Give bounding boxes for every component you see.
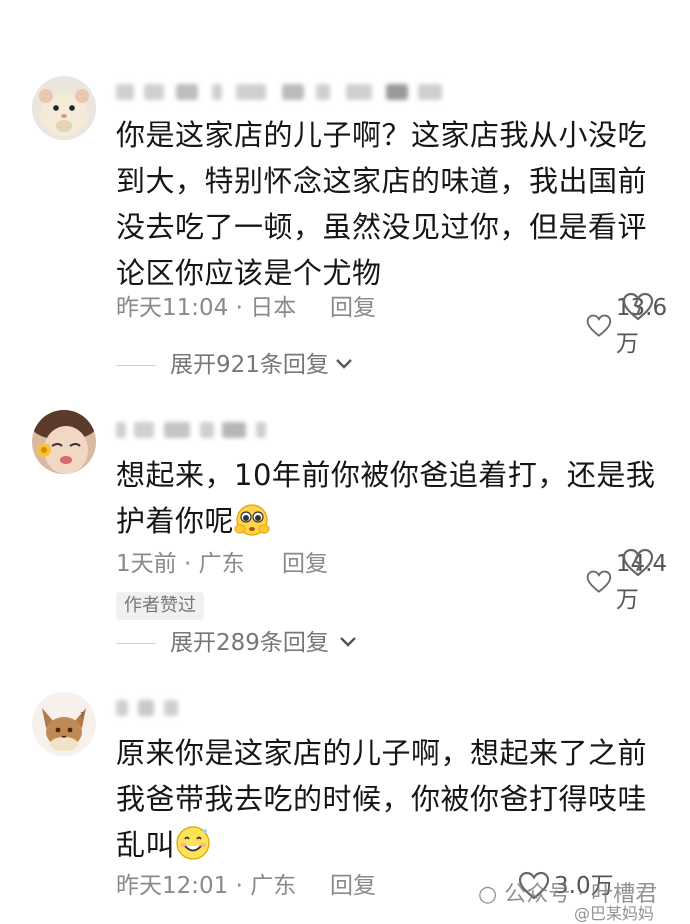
smiling-face-emoji-icon [175,825,211,874]
divider-line [116,643,156,644]
comment-time-location: 1天前 · 广东 [116,551,245,577]
expand-replies-label: 展开289条回复 [170,630,329,656]
girl-avatar-icon[interactable] [32,410,96,474]
reply-button[interactable]: 回复 [282,546,328,582]
comment-text: 原来你是这家店的儿子啊，想起来了之前我爸带我去吃的时候，你被你爸打得吱哇乱叫 [116,730,664,874]
comment-meta: 1天前 · 广东 回复 14.4万 [116,546,676,613]
comment-time-location: 昨天12:01 · 广东 [116,873,297,899]
broken-heart-icon [622,292,654,321]
comment-text-content: 想起来，10年前你被你爸追着打，还是我护着你呢 [116,458,656,538]
watermark-right: @巴某妈妈 [574,900,654,924]
chevron-down-icon [334,348,354,392]
hamster-avatar-icon[interactable] [32,76,96,140]
reply-button[interactable]: 回复 [330,290,376,326]
comment-text: 你是这家店的儿子啊？这家店我从小没吃到大，特别怀念这家店的味道，我出国前没去吃了… [116,118,648,290]
reply-button[interactable]: 回复 [330,868,376,904]
author-liked-badge: 作者赞过 [116,592,204,620]
heart-icon [586,570,612,593]
divider-line [116,365,156,366]
comment-meta: 昨天11:04 · 日本 回复 13.6万 [116,290,676,357]
chevron-down-icon [338,626,358,670]
wechat-icon: ○ [478,882,498,907]
pleading-face-emoji-icon [234,503,270,550]
comment-text: 想起来，10年前你被你爸追着打，还是我护着你呢 [116,452,664,550]
dislike-button[interactable] [622,548,654,589]
watermark-right-text: @巴某妈妈 [574,904,655,923]
eevee-avatar-icon[interactable]: ? [32,692,96,756]
broken-heart-icon [622,548,654,577]
svg-text:?: ? [80,711,84,720]
heart-icon [586,314,612,337]
dislike-button[interactable] [622,292,654,333]
expand-replies-label: 展开921条回复 [170,352,329,378]
comment-time-location: 昨天11:04 · 日本 [116,295,297,321]
